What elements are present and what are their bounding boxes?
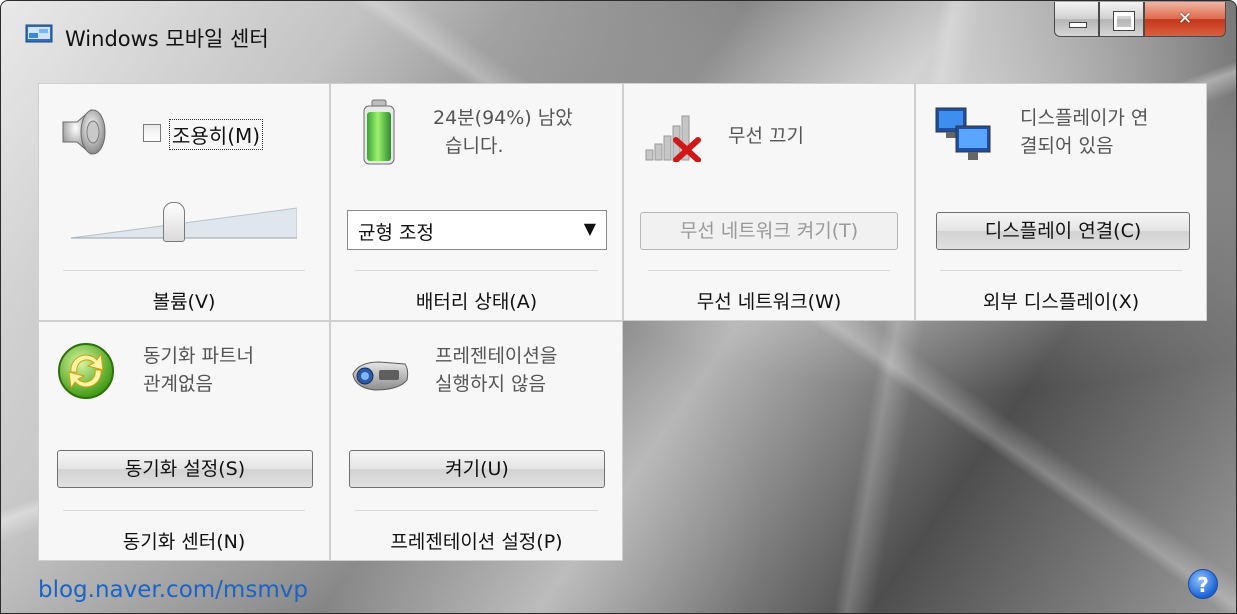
close-icon: ✕ xyxy=(1177,9,1193,29)
mute-label[interactable]: 조용히(M) xyxy=(169,119,264,150)
sync-settings-button[interactable]: 동기화 설정(S) xyxy=(57,450,313,488)
mobility-center-app-icon xyxy=(25,24,53,43)
wireless-toggle-button[interactable]: 무선 네트워크 켜기(T) xyxy=(640,212,898,250)
projector-icon[interactable] xyxy=(349,356,411,396)
display-tile: 디스플레이가 연 결되어 있음 디스플레이 연결(C) 외부 디스플레이(X) xyxy=(915,83,1207,321)
maximize-icon xyxy=(1113,11,1135,31)
volume-divider xyxy=(63,270,305,271)
presentation-tile: 프레젠테이션을 실행하지 않음 켜기(U) 프레젠테이션 설정(P) xyxy=(330,321,623,561)
close-button[interactable]: ✕ xyxy=(1144,2,1226,37)
volume-slider[interactable] xyxy=(70,202,298,242)
display-tile-label[interactable]: 외부 디스플레이(X) xyxy=(916,287,1206,314)
minimize-icon xyxy=(1069,22,1087,28)
wireless-status: 무선 끄기 xyxy=(728,125,804,147)
presentation-status: 프레젠테이션을 실행하지 않음 xyxy=(435,342,557,398)
connect-display-button[interactable]: 디스플레이 연결(C) xyxy=(936,212,1190,250)
sync-tile: 동기화 파트너 관계없음 동기화 설정(S) 동기화 센터(N) xyxy=(38,321,330,561)
battery-status-line1: 24분(94%) 남았 xyxy=(433,107,573,129)
battery-tile: 24분(94%) 남았 습니다. 균형 조정 ▼ 배터리 상태(A) xyxy=(330,83,623,321)
battery-tile-label[interactable]: 배터리 상태(A) xyxy=(331,287,622,314)
sync-status-line1: 동기화 파트너 xyxy=(143,345,254,367)
wireless-divider xyxy=(648,270,890,271)
display-divider xyxy=(940,270,1182,271)
sync-status-line2: 관계없음 xyxy=(143,373,213,395)
display-status: 디스플레이가 연 결되어 있음 xyxy=(1020,104,1148,160)
presentation-tile-label[interactable]: 프레젠테이션 설정(P) xyxy=(331,527,622,554)
title-bar[interactable]: Windows 모바일 센터 ✕ xyxy=(1,1,1236,61)
maximize-button[interactable] xyxy=(1099,2,1144,37)
chevron-down-icon[interactable]: ▼ xyxy=(584,219,596,238)
help-icon[interactable]: ? xyxy=(1188,569,1218,599)
monitors-icon[interactable] xyxy=(934,106,994,162)
sync-icon[interactable] xyxy=(57,342,115,400)
power-plan-value: 균형 조정 xyxy=(358,222,434,244)
presentation-status-line1: 프레젠테이션을 xyxy=(435,345,558,367)
power-plan-select[interactable]: 균형 조정 ▼ xyxy=(347,210,607,250)
window-title: Windows 모바일 센터 xyxy=(65,27,269,51)
battery-status: 24분(94%) 남았 습니다. xyxy=(433,104,573,160)
window-controls: ✕ xyxy=(1054,2,1226,37)
battery-divider xyxy=(355,270,598,271)
volume-slider-thumb[interactable] xyxy=(163,202,185,242)
sync-status: 동기화 파트너 관계없음 xyxy=(143,342,254,398)
mute-checkbox[interactable] xyxy=(143,124,161,142)
presentation-divider xyxy=(355,510,598,511)
presentation-status-line2: 실행하지 않음 xyxy=(435,373,546,395)
presentation-on-button[interactable]: 켜기(U) xyxy=(349,450,605,488)
volume-tile: 조용히(M) 볼륨(V) xyxy=(38,83,330,321)
footer-watermark: blog.naver.com/msmvp xyxy=(38,577,308,603)
wireless-off-icon[interactable] xyxy=(642,110,712,162)
display-status-line2: 결되어 있음 xyxy=(1020,135,1114,157)
battery-status-line2: 습니다. xyxy=(445,135,504,157)
wireless-tile-label[interactable]: 무선 네트워크(W) xyxy=(624,287,914,314)
minimize-button[interactable] xyxy=(1054,2,1099,37)
mobility-center-window: Windows 모바일 센터 ✕ 조용히(M) 볼륨(V) 24분(94%) 남… xyxy=(0,0,1237,614)
battery-icon[interactable] xyxy=(361,98,397,166)
sync-divider xyxy=(63,510,305,511)
wireless-tile: 무선 끄기 무선 네트워크 켜기(T) 무선 네트워크(W) xyxy=(623,83,915,321)
volume-tile-label[interactable]: 볼륨(V) xyxy=(39,287,329,314)
sync-tile-label[interactable]: 동기화 센터(N) xyxy=(39,527,329,554)
display-status-line1: 디스플레이가 연 xyxy=(1020,107,1149,129)
speaker-icon[interactable] xyxy=(57,104,115,160)
